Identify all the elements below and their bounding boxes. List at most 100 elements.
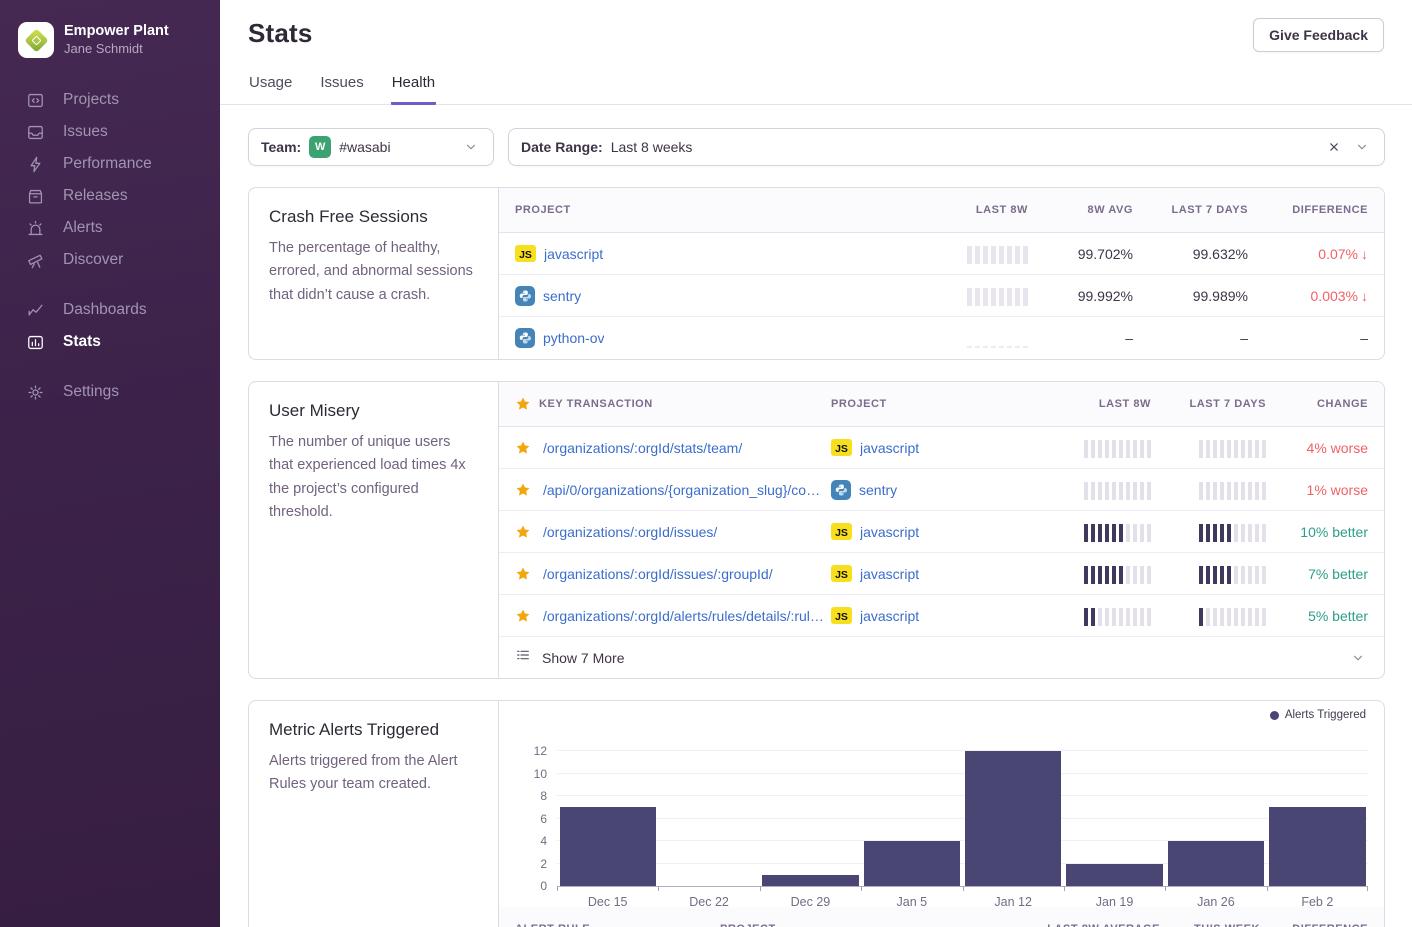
user-misery-table: Key TransactionProjectLast 8wLast 7 Days…: [499, 382, 1384, 678]
stats-icon: [26, 333, 45, 352]
panel-description: Alerts triggered from the Alert Rules yo…: [269, 750, 478, 797]
x-axis-tick-label: Jan 26: [1165, 895, 1266, 909]
sidebar-item-label: Stats: [63, 333, 101, 351]
x-axis-tick-label: Jan 5: [861, 895, 962, 909]
last-7-days-cell: [1151, 522, 1266, 542]
x-axis-tick-label: Dec 29: [760, 895, 861, 909]
star-icon[interactable]: [515, 482, 531, 498]
y-axis-tick-label: 12: [513, 744, 547, 758]
sidebar-item-releases[interactable]: Releases: [0, 180, 220, 212]
project-cell: JS javascript: [831, 607, 1031, 624]
sidebar-nav: Projects Issues Performance Releases Alerts D…: [0, 84, 220, 408]
user-name: Jane Schmidt: [64, 41, 169, 58]
star-icon: [515, 396, 531, 412]
project-cell: JSjavascript: [831, 523, 1031, 540]
bar-group: [963, 737, 1064, 886]
star-icon[interactable]: [515, 524, 531, 540]
last-8w-cell: [1031, 438, 1151, 458]
star-icon[interactable]: [515, 566, 531, 582]
y-axis-tick-label: 6: [513, 812, 547, 826]
sidebar-item-label: Alerts: [63, 219, 103, 237]
star-icon[interactable]: [515, 608, 531, 624]
sidebar-item-label: Issues: [63, 123, 108, 141]
difference-cell: –: [1248, 330, 1368, 346]
transaction-link[interactable]: /organizations/:orgId/issues/:groupId/: [543, 566, 773, 582]
y-axis-tick-label: 10: [513, 767, 547, 781]
project-link[interactable]: javascript: [544, 246, 603, 262]
project-link[interactable]: javascript: [860, 524, 919, 540]
transaction-link[interactable]: /organizations/:orgId/issues/: [543, 524, 717, 540]
bar-feb-2: [1269, 807, 1365, 886]
table-row: /api/0/organizations/{organization_slug}…: [499, 469, 1384, 511]
sidebar-item-alerts[interactable]: Alerts: [0, 212, 220, 244]
show-more-button[interactable]: Show 7 More: [499, 637, 1384, 678]
last-8w-cell: [898, 328, 1028, 348]
x-axis-tick: [557, 886, 558, 891]
sidebar-item-discover[interactable]: Discover: [0, 244, 220, 276]
key-transaction-cell: /organizations/:orgId/stats/team/: [515, 440, 831, 456]
transaction-link[interactable]: /organizations/:orgId/alerts/rules/detai…: [543, 608, 831, 624]
tab-health[interactable]: Health: [391, 74, 436, 105]
chart-legend[interactable]: Alerts Triggered: [1270, 709, 1366, 721]
table-row: sentry99.992%99.989%0.003%↓: [499, 275, 1384, 317]
python-platform-icon: [515, 328, 535, 348]
project-link[interactable]: javascript: [860, 566, 919, 582]
sparkline: [1199, 564, 1266, 584]
sidebar-item-issues[interactable]: Issues: [0, 116, 220, 148]
sparkline: [1084, 606, 1151, 626]
crash-free-table: ProjectLast 8w8w AvgLast 7 DaysDifferenc…: [499, 188, 1384, 359]
project-link[interactable]: sentry: [859, 482, 897, 498]
javascript-platform-icon: JS: [515, 245, 536, 262]
change-cell: 4% worse: [1266, 440, 1368, 456]
bar-group: [1165, 737, 1266, 886]
key-transaction-cell: /organizations/:orgId/alerts/rules/detai…: [515, 608, 831, 624]
python-platform-icon: [831, 480, 851, 500]
python-platform-icon: [515, 286, 535, 306]
org-switcher[interactable]: Empower Plant Jane Schmidt: [0, 22, 220, 58]
y-axis-tick-label: 4: [513, 834, 547, 848]
sidebar-item-settings[interactable]: Settings: [0, 376, 220, 408]
give-feedback-button[interactable]: Give Feedback: [1253, 18, 1384, 52]
sidebar-item-dashboards[interactable]: Dashboards: [0, 294, 220, 326]
sparkline: [967, 328, 1028, 348]
project-link[interactable]: javascript: [860, 608, 919, 624]
sidebar-item-stats[interactable]: Stats: [0, 326, 220, 358]
date-range-label: Date Range:: [521, 139, 603, 155]
transaction-link[interactable]: /organizations/:orgId/stats/team/: [543, 440, 742, 456]
sparkline: [1199, 606, 1266, 626]
project-link[interactable]: python-ov: [543, 330, 604, 346]
panel-description: The number of unique users that experien…: [269, 431, 478, 525]
difference-value: 0.07%: [1318, 246, 1358, 262]
sparkline: [1199, 522, 1266, 542]
sidebar-item-projects[interactable]: Projects: [0, 84, 220, 116]
project-link[interactable]: javascript: [860, 440, 919, 456]
last-7-days-cell: [1151, 606, 1266, 626]
sidebar-item-label: Settings: [63, 383, 119, 401]
star-icon[interactable]: [515, 440, 531, 456]
tab-issues[interactable]: Issues: [319, 74, 364, 105]
javascript-platform-icon: JS: [831, 607, 852, 624]
x-axis-tick: [1064, 886, 1065, 891]
key-transaction-cell: /api/0/organizations/{organization_slug}…: [515, 482, 831, 498]
clear-icon[interactable]: [1324, 137, 1344, 157]
column-header-label: Change: [1317, 398, 1368, 410]
main-area: Stats Give Feedback Usage Issues Health Te…: [220, 0, 1412, 927]
tab-usage[interactable]: Usage: [248, 74, 293, 105]
project-link[interactable]: sentry: [543, 288, 581, 304]
bar-jan-5: [864, 841, 960, 886]
legend-label: Alerts Triggered: [1285, 709, 1366, 721]
project-cell: python-ov: [515, 328, 898, 348]
team-select[interactable]: Team: W #wasabi: [248, 128, 494, 166]
panel-description: The percentage of healthy, errored, and …: [269, 237, 478, 307]
x-axis-tick-label: Jan 19: [1064, 895, 1165, 909]
sidebar-item-performance[interactable]: Performance: [0, 148, 220, 180]
transaction-link[interactable]: /api/0/organizations/{organization_slug}…: [543, 482, 831, 498]
page-title: Stats: [248, 18, 313, 49]
javascript-platform-icon: JS: [831, 565, 852, 582]
sidebar-item-label: Releases: [63, 187, 128, 205]
column-header-label: Key Transaction: [539, 398, 653, 410]
x-axis-tick-label: Dec 22: [658, 895, 759, 909]
metric-alerts-panel: Metric Alerts Triggered Alerts triggered…: [248, 700, 1385, 927]
date-range-select[interactable]: Date Range: Last 8 weeks: [508, 128, 1385, 166]
panel-title: User Misery: [269, 401, 478, 421]
